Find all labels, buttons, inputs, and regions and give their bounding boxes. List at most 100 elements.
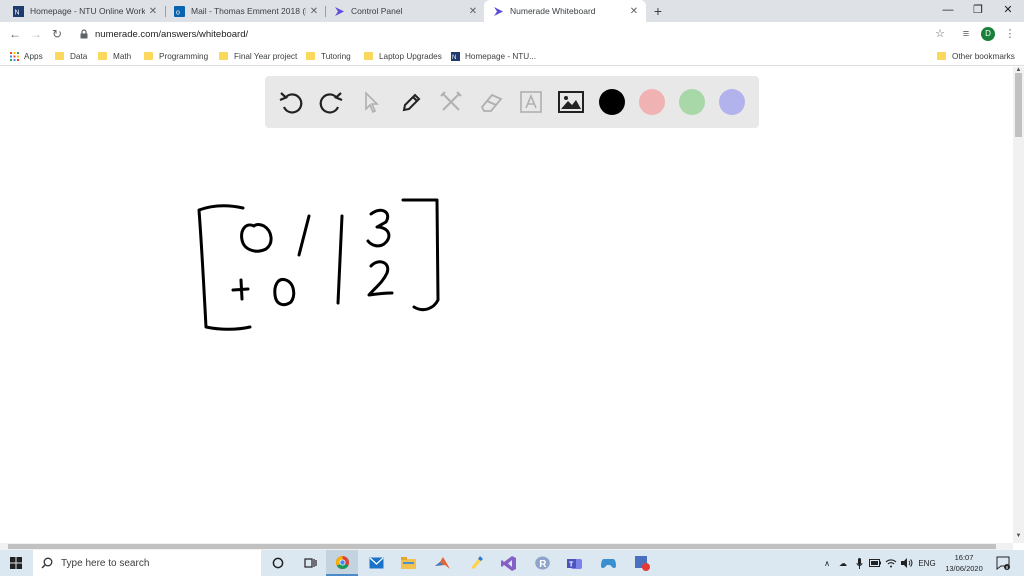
profile-avatar[interactable]: D bbox=[981, 27, 995, 41]
file-explorer-icon[interactable] bbox=[392, 550, 424, 576]
bookmark-other-bookmarks[interactable]: Other bookmarks bbox=[937, 49, 1015, 63]
scrollbar-thumb[interactable] bbox=[1015, 73, 1022, 137]
bookmark-star-icon[interactable]: ☆ bbox=[931, 25, 949, 43]
bookmark-label: Programming bbox=[159, 51, 209, 61]
close-icon[interactable]: ✕ bbox=[306, 6, 322, 17]
language-indicator[interactable]: ENG bbox=[916, 550, 938, 576]
back-arrow-icon[interactable]: ← bbox=[6, 25, 24, 43]
image-icon[interactable] bbox=[557, 88, 585, 116]
volume-icon[interactable] bbox=[900, 550, 914, 576]
restore-icon[interactable]: ❐ bbox=[962, 0, 994, 22]
folder-icon bbox=[98, 52, 107, 60]
whiteboard-canvas[interactable] bbox=[0, 67, 1013, 543]
r-language-icon[interactable]: R bbox=[526, 550, 558, 576]
taskbar-clock[interactable]: 16:07 13/06/2020 bbox=[940, 552, 988, 574]
text-icon[interactable] bbox=[517, 88, 545, 116]
svg-text:N: N bbox=[452, 55, 456, 61]
matlab-icon[interactable] bbox=[426, 550, 458, 576]
bookmark-folder-laptop-upgrades[interactable]: Laptop Upgrades bbox=[364, 49, 442, 63]
handwritten-matrix-drawing bbox=[197, 198, 440, 331]
folder-icon bbox=[144, 52, 153, 60]
left-bracket-stroke bbox=[197, 204, 252, 331]
bookmark-folder-tutoring[interactable]: Tutoring bbox=[306, 49, 351, 63]
chrome-taskbar-icon[interactable] bbox=[326, 550, 358, 576]
close-icon[interactable]: ✕ bbox=[626, 6, 642, 17]
microphone-icon[interactable] bbox=[852, 550, 866, 576]
wifi-icon[interactable] bbox=[884, 550, 898, 576]
bookmark-apps[interactable]: Apps bbox=[10, 49, 43, 63]
address-bar[interactable]: numerade.com/answers/whiteboard/ bbox=[75, 24, 955, 44]
apps-grid-icon bbox=[10, 51, 19, 61]
paint-icon[interactable] bbox=[460, 550, 492, 576]
bookmark-label: Data bbox=[70, 51, 88, 61]
undo-icon[interactable] bbox=[277, 88, 305, 116]
action-center-icon[interactable]: 9 bbox=[994, 550, 1012, 576]
bookmark-folder-programming[interactable]: Programming bbox=[144, 49, 208, 63]
digit-two-stroke bbox=[367, 260, 394, 297]
ntu-favicon: N bbox=[451, 51, 460, 61]
color-swatch-pink[interactable] bbox=[639, 89, 665, 115]
task-view-icon[interactable] bbox=[294, 550, 326, 576]
bookmark-folder-final-year-project[interactable]: Final Year project bbox=[219, 49, 297, 63]
bookmark-folder-math[interactable]: Math bbox=[98, 49, 131, 63]
scrollbar-thumb[interactable] bbox=[8, 544, 996, 549]
digit-one-stroke bbox=[297, 214, 311, 257]
game-controller-icon[interactable] bbox=[592, 550, 624, 576]
bookmarks-bar: Apps Data Math Programming Final Year pr… bbox=[0, 46, 1024, 66]
tab-title: Numerade Whiteboard bbox=[510, 6, 596, 16]
digit-zero-stroke bbox=[273, 277, 296, 307]
numerade-favicon bbox=[335, 6, 344, 16]
scroll-down-arrow-icon[interactable]: ▼ bbox=[1013, 533, 1024, 539]
teams-icon[interactable]: T bbox=[558, 550, 590, 576]
tab-control-panel[interactable]: Control Panel ✕ bbox=[321, 0, 485, 22]
window-close-icon[interactable]: ✕ bbox=[992, 0, 1024, 22]
pen-icon[interactable] bbox=[397, 88, 425, 116]
tools-icon[interactable] bbox=[437, 88, 465, 116]
windows-taskbar: Type here to search R T ∧ ☁ ENG 16:07 13… bbox=[0, 550, 1024, 576]
minimize-icon[interactable]: — bbox=[932, 0, 964, 22]
color-swatch-black[interactable] bbox=[599, 89, 625, 115]
vertical-scrollbar[interactable]: ▲ ▼ bbox=[1013, 67, 1024, 543]
new-tab-button[interactable]: + bbox=[650, 1, 666, 21]
browser-tab-strip: N Homepage - NTU Online Worksp ✕ o Mail … bbox=[0, 0, 1024, 22]
close-icon[interactable]: ✕ bbox=[145, 6, 161, 17]
browser-toolbar: ← → ↻ numerade.com/answers/whiteboard/ ☆… bbox=[0, 22, 1024, 46]
visual-studio-icon[interactable] bbox=[492, 550, 524, 576]
tab-ntu-homepage[interactable]: N Homepage - NTU Online Worksp ✕ bbox=[0, 0, 165, 22]
eraser-icon[interactable] bbox=[477, 88, 505, 116]
svg-text:T: T bbox=[569, 562, 574, 569]
close-icon[interactable]: ✕ bbox=[465, 6, 481, 17]
digit-three-stroke bbox=[366, 208, 391, 248]
numerade-favicon bbox=[494, 6, 503, 16]
more-menu-icon[interactable]: ⋮ bbox=[1001, 25, 1019, 43]
folder-icon bbox=[937, 52, 946, 60]
folder-icon bbox=[306, 52, 315, 60]
bookmark-folder-data[interactable]: Data bbox=[55, 49, 87, 63]
mail-taskbar-icon[interactable] bbox=[360, 550, 392, 576]
windows-start-icon[interactable] bbox=[0, 550, 32, 576]
color-swatch-green[interactable] bbox=[679, 89, 705, 115]
tab-mail[interactable]: o Mail - Thomas Emment 2018 (NU ✕ bbox=[161, 0, 326, 22]
tab-numerade-whiteboard[interactable]: Numerade Whiteboard ✕ bbox=[484, 0, 646, 22]
horizontal-scrollbar[interactable] bbox=[0, 543, 1013, 550]
tab-title: Homepage - NTU Online Worksp bbox=[30, 6, 145, 16]
redo-icon[interactable] bbox=[317, 88, 345, 116]
battery-icon[interactable] bbox=[868, 550, 882, 576]
bookmark-label: Other bookmarks bbox=[952, 51, 1015, 61]
taskbar-search-box[interactable]: Type here to search bbox=[33, 550, 261, 576]
bookmark-label: Tutoring bbox=[321, 51, 351, 61]
color-swatch-lavender[interactable] bbox=[719, 89, 745, 115]
pointer-icon[interactable] bbox=[357, 88, 385, 116]
reload-icon[interactable]: ↻ bbox=[48, 25, 66, 43]
forward-arrow-icon[interactable]: → bbox=[27, 25, 45, 43]
folder-icon bbox=[55, 52, 64, 60]
search-icon bbox=[41, 557, 53, 569]
reading-list-icon[interactable]: ≡ bbox=[957, 25, 975, 43]
bookmark-label: Homepage - NTU... bbox=[465, 51, 536, 61]
cortana-icon[interactable] bbox=[262, 550, 294, 576]
tab-title: Control Panel bbox=[351, 6, 403, 16]
recording-app-icon[interactable] bbox=[626, 550, 658, 576]
onedrive-icon[interactable]: ☁ bbox=[836, 550, 850, 576]
bookmark-ntu-homepage[interactable]: N Homepage - NTU... bbox=[451, 49, 536, 63]
show-hidden-icons-icon[interactable]: ∧ bbox=[821, 550, 833, 576]
